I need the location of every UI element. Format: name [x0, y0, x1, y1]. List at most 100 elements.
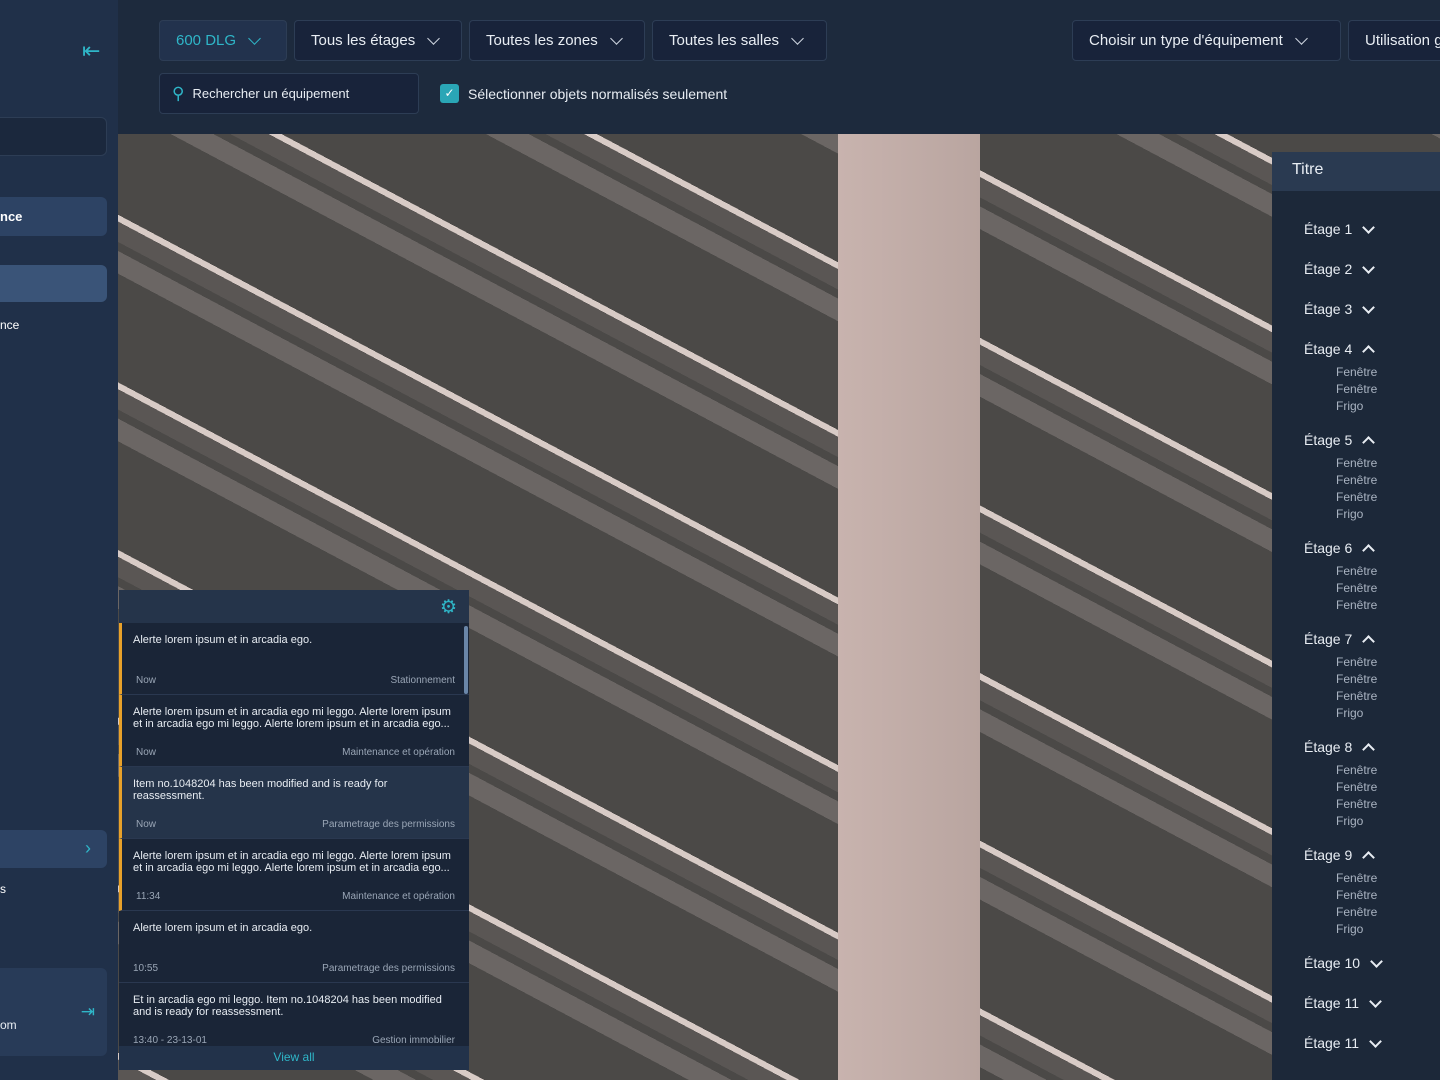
chevron-down-icon	[1369, 995, 1382, 1008]
equipment-type-dropdown[interactable]: Choisir un type d'équipement	[1072, 20, 1341, 61]
scrollbar[interactable]	[464, 626, 468, 694]
floor-equipment-panel: Titre Étage 1 Étage 2 Étage 3 Étage 4 Fenêtr…	[1272, 152, 1440, 1080]
floor-label: Étage 6	[1304, 540, 1353, 556]
floor-toggle[interactable]: Étage 2	[1304, 261, 1376, 277]
equipment-item[interactable]: Fenêtre	[1336, 382, 1377, 396]
chevron-up-icon	[1362, 851, 1376, 864]
gear-icon[interactable]: ⚙	[440, 596, 457, 619]
floor-toggle[interactable]: Étage 10	[1304, 955, 1383, 971]
equipment-item[interactable]: Fenêtre	[1336, 581, 1377, 595]
equipment-search[interactable]: ⚲	[159, 73, 419, 114]
sidebar-item-label[interactable]: s	[0, 882, 6, 896]
equipment-item[interactable]: Fenêtre	[1336, 598, 1377, 612]
equipment-item[interactable]: Fenêtre	[1336, 490, 1377, 504]
chevron-up-icon	[1362, 544, 1376, 557]
building-label: 600 DLG	[176, 32, 237, 49]
sidebar-expand-item[interactable]: ›	[0, 830, 107, 868]
floor-toggle[interactable]: Étage 8	[1304, 739, 1376, 756]
floors-dropdown[interactable]: Tous les étages	[294, 20, 462, 61]
usage-dropdown[interactable]: Utilisation g	[1348, 20, 1440, 61]
sidebar-item-selected[interactable]	[0, 265, 107, 302]
checkbox-checked-icon[interactable]: ✓	[440, 84, 459, 103]
equipment-item[interactable]: Fenêtre	[1336, 780, 1377, 794]
zones-label: Toutes les zones	[486, 32, 598, 49]
notification-category: Maintenance et opération	[342, 747, 455, 758]
equipment-item[interactable]: Fenêtre	[1336, 871, 1377, 885]
chevron-down-icon	[1294, 31, 1308, 45]
filter-bar: 600 DLG Tous les étages Toutes les zones…	[118, 0, 1440, 134]
equipment-item[interactable]: Fenêtre	[1336, 797, 1377, 811]
notification-item[interactable]: Et in arcadia ego mi leggo. Item no.1048…	[119, 983, 469, 1055]
zones-dropdown[interactable]: Toutes les zones	[469, 20, 645, 61]
equipment-item[interactable]: Fenêtre	[1336, 689, 1377, 703]
user-card: om ⇥	[0, 968, 107, 1056]
notification-message: Alerte lorem ipsum et in arcadia ego.	[133, 634, 313, 646]
equipment-item[interactable]: Frigo	[1336, 706, 1363, 720]
normalized-only-checkbox[interactable]: ✓ Sélectionner objets normalisés seuleme…	[440, 84, 727, 103]
chevron-down-icon	[609, 31, 623, 45]
equipment-item[interactable]: Frigo	[1336, 922, 1363, 936]
notification-time: Now	[136, 675, 157, 686]
logout-icon[interactable]: ⇥	[81, 1002, 95, 1022]
floor-label: Étage 9	[1304, 847, 1353, 863]
notifications-header: ⚙	[119, 590, 469, 623]
notification-message: Item no.1048204 has been modified and is…	[133, 778, 388, 802]
notification-time: Now	[136, 819, 157, 830]
chevron-down-icon	[1370, 955, 1383, 968]
sidebar-item-label[interactable]: nce	[0, 318, 19, 332]
rooms-dropdown[interactable]: Toutes les salles	[652, 20, 827, 61]
equipment-item[interactable]: Fenêtre	[1336, 655, 1377, 669]
chevron-up-icon	[1362, 436, 1376, 449]
floor-toggle[interactable]: Étage 11	[1304, 1035, 1382, 1051]
floor-label: Étage 3	[1304, 301, 1353, 317]
user-email: om	[0, 1018, 17, 1032]
floor-toggle[interactable]: Étage 9	[1304, 847, 1376, 864]
floor-toggle[interactable]: Étage 3	[1304, 301, 1376, 317]
building-dropdown[interactable]: 600 DLG	[159, 20, 287, 61]
sidebar: ⇤ nce nce › s om ⇥	[0, 0, 118, 1080]
floor-toggle[interactable]: Étage 6	[1304, 540, 1376, 557]
notification-item[interactable]: Alerte lorem ipsum et in arcadia ego mi …	[119, 839, 469, 911]
equipment-item[interactable]: Fenêtre	[1336, 763, 1377, 777]
notification-message: Alerte lorem ipsum et in arcadia ego mi …	[133, 706, 451, 730]
notification-category: Gestion immobilier	[372, 1035, 455, 1046]
floor-label: Étage 11	[1304, 1035, 1360, 1051]
floor-toggle[interactable]: Étage 5	[1304, 432, 1376, 449]
notification-item[interactable]: Alerte lorem ipsum et in arcadia ego. 10…	[119, 911, 469, 983]
equipment-item[interactable]: Fenêtre	[1336, 888, 1377, 902]
checkbox-label: Sélectionner objets normalisés seulement	[468, 85, 728, 102]
equipment-item[interactable]: Fenêtre	[1336, 365, 1377, 379]
chevron-down-icon	[1362, 261, 1376, 274]
equipment-item[interactable]: Fenêtre	[1336, 905, 1377, 919]
floor-label: Étage 2	[1304, 261, 1353, 277]
equipment-item[interactable]: Frigo	[1336, 507, 1363, 521]
usage-label: Utilisation g	[1365, 32, 1440, 49]
search-input[interactable]	[192, 86, 403, 101]
chevron-down-icon	[248, 31, 261, 45]
floor-toggle[interactable]: Étage 7	[1304, 631, 1376, 648]
notification-item[interactable]: Alerte lorem ipsum et in arcadia ego. No…	[119, 623, 469, 695]
notifications-panel: ⚙ Alerte lorem ipsum et in arcadia ego. …	[119, 590, 469, 1070]
equipment-item[interactable]: Fenêtre	[1336, 672, 1377, 686]
sidebar-item-label: nce	[0, 209, 23, 224]
equipment-item[interactable]: Frigo	[1336, 399, 1363, 413]
floor-toggle[interactable]: Étage 4	[1304, 341, 1376, 358]
floor-toggle[interactable]: Étage 11	[1304, 995, 1382, 1011]
equipment-type-label: Choisir un type d'équipement	[1089, 32, 1283, 49]
view-all-link[interactable]: View all	[119, 1046, 469, 1070]
equipment-item[interactable]: Fenêtre	[1336, 456, 1377, 470]
equipment-item[interactable]: Fenêtre	[1336, 473, 1377, 487]
notification-item[interactable]: Item no.1048204 has been modified and is…	[119, 767, 469, 839]
chevron-down-icon	[1369, 1035, 1382, 1048]
equipment-item[interactable]: Fenêtre	[1336, 564, 1377, 578]
notification-time: 13:40 - 23-13-01	[133, 1035, 207, 1046]
equipment-item[interactable]: Frigo	[1336, 814, 1363, 828]
notification-message: Alerte lorem ipsum et in arcadia ego mi …	[133, 850, 451, 874]
floor-toggle[interactable]: Étage 1	[1304, 221, 1376, 237]
notification-message: Alerte lorem ipsum et in arcadia ego.	[133, 922, 313, 934]
sidebar-search[interactable]	[0, 117, 107, 156]
collapse-sidebar-icon[interactable]: ⇤	[82, 38, 100, 64]
notification-category: Maintenance et opération	[342, 891, 455, 902]
notification-item[interactable]: Alerte lorem ipsum et in arcadia ego mi …	[119, 695, 469, 767]
floor-label: Étage 4	[1304, 341, 1353, 357]
